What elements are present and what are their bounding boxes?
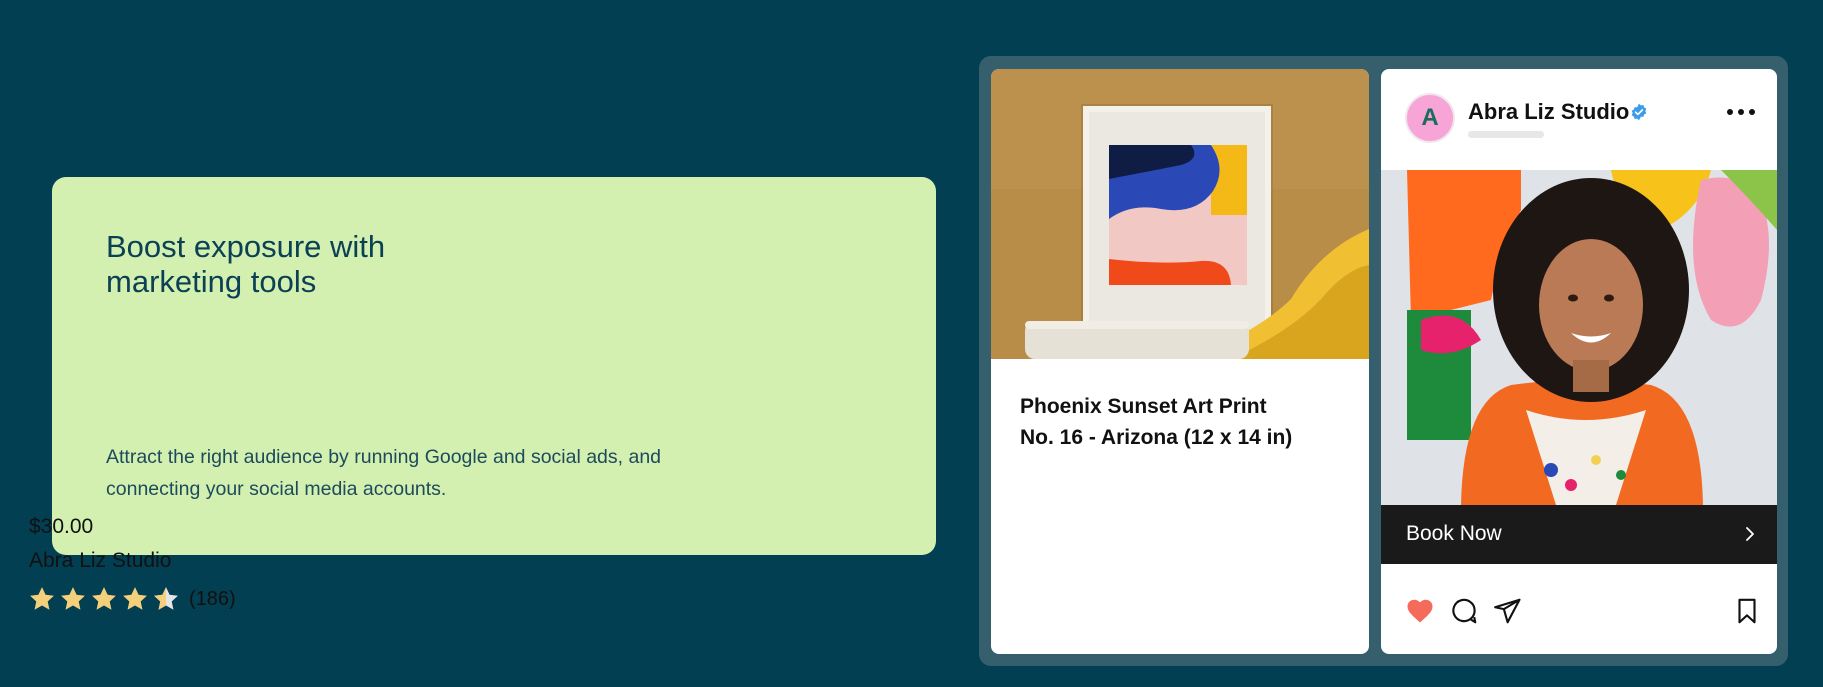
promo-description: Attract the right audience by running Go… bbox=[106, 441, 746, 505]
star-icon bbox=[92, 587, 116, 610]
book-now-label: Book Now bbox=[1406, 522, 1502, 545]
product-price: $30.00 bbox=[29, 515, 94, 538]
rating: (186) bbox=[28, 584, 236, 614]
promo-description-line-2: connecting your social media accounts. bbox=[106, 478, 447, 500]
product-name-line-1: Phoenix Sunset Art Print bbox=[1020, 395, 1267, 418]
comment-icon[interactable] bbox=[1449, 596, 1479, 626]
star-icon bbox=[61, 587, 85, 610]
star-half-icon bbox=[154, 587, 178, 610]
avatar[interactable]: A bbox=[1405, 93, 1455, 143]
product-card[interactable]: Phoenix Sunset Art Print No. 16 - Arizon… bbox=[991, 69, 1369, 654]
promo-title-line-2: marketing tools bbox=[106, 264, 317, 299]
product-seller[interactable]: Abra Liz Studio bbox=[29, 549, 171, 573]
heart-icon[interactable] bbox=[1405, 596, 1435, 626]
post-image[interactable] bbox=[1381, 170, 1777, 505]
star-icon bbox=[30, 587, 54, 610]
more-dots-icon[interactable] bbox=[1727, 107, 1755, 117]
promo-title: Boost exposure with marketing tools bbox=[106, 229, 526, 299]
verified-badge-icon bbox=[1631, 103, 1647, 121]
send-icon[interactable] bbox=[1492, 596, 1522, 626]
account-name[interactable]: Abra Liz Studio bbox=[1468, 99, 1629, 125]
social-post-card: A Abra Liz Studio Book Now bbox=[1381, 69, 1777, 654]
promo-title-line-1: Boost exposure with bbox=[106, 229, 386, 264]
promo-card: Boost exposure with marketing tools Attr… bbox=[52, 177, 936, 555]
bookmark-icon[interactable] bbox=[1732, 596, 1762, 626]
handle-placeholder bbox=[1468, 131, 1544, 138]
star-icon bbox=[123, 587, 147, 610]
product-name[interactable]: Phoenix Sunset Art Print No. 16 - Arizon… bbox=[1020, 391, 1350, 453]
product-name-line-2: No. 16 - Arizona (12 x 14 in) bbox=[1020, 426, 1293, 449]
book-now-button[interactable]: Book Now bbox=[1381, 505, 1777, 564]
product-image[interactable] bbox=[991, 69, 1369, 359]
post-header: A Abra Liz Studio bbox=[1381, 69, 1777, 170]
review-count: (186) bbox=[189, 587, 236, 610]
chevron-right-icon bbox=[1746, 527, 1754, 541]
promo-description-line-1: Attract the right audience by running Go… bbox=[106, 446, 662, 468]
